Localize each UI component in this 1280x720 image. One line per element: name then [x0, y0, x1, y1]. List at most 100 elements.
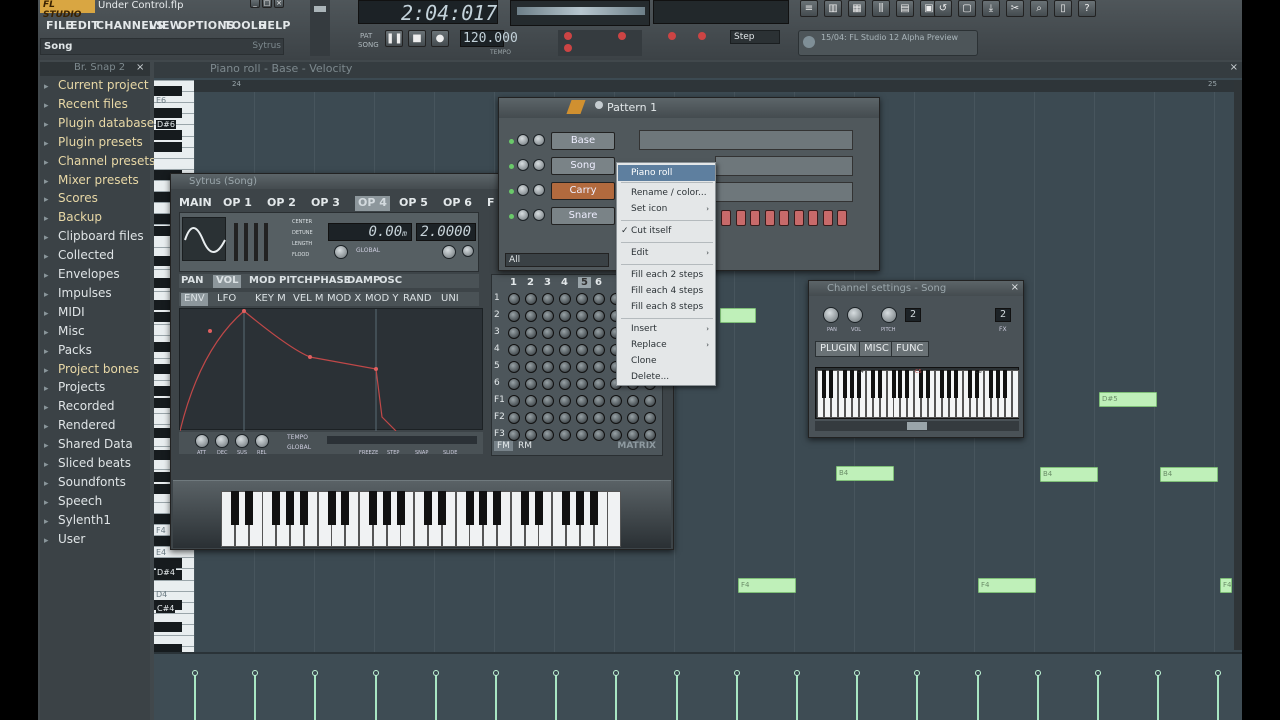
browser-item[interactable]: ▸ MIDI: [44, 305, 150, 323]
mixer-icon[interactable]: ⫼: [872, 0, 890, 17]
black-key[interactable]: [244, 491, 253, 525]
envelope-tab[interactable]: ENV: [181, 293, 208, 306]
context-menu-item[interactable]: Rename / color...: [631, 185, 713, 201]
matrix-knob[interactable]: [593, 412, 605, 424]
velocity-handle[interactable]: [673, 670, 680, 676]
velocity-bar[interactable]: [615, 672, 618, 720]
menu-help[interactable]: HELP: [258, 19, 291, 32]
context-menu-item[interactable]: Set icon ›: [631, 201, 713, 217]
pencil-icon[interactable]: [566, 100, 586, 114]
matrix-knob[interactable]: [542, 429, 554, 441]
matrix-knob[interactable]: [610, 412, 622, 424]
matrix-knob[interactable]: [542, 344, 554, 356]
browser-item[interactable]: ▸ Clipboard files: [44, 229, 150, 247]
channel-keyboard[interactable]: C4 C5 C6: [817, 369, 1019, 418]
browser-item[interactable]: ▸ Plugin database: [44, 116, 154, 134]
channel-settings-titlebar[interactable]: Channel settings - Song: [809, 281, 1023, 296]
step-button[interactable]: [808, 210, 818, 226]
news-panel[interactable]: 15/04: FL Studio 12 Alpha Preview: [798, 30, 978, 56]
song-piano-roll-preview[interactable]: [715, 156, 853, 176]
matrix-knob[interactable]: [525, 293, 537, 305]
velocity-bar[interactable]: [555, 672, 558, 720]
browser-item[interactable]: ▸ Projects: [44, 380, 150, 398]
matrix-knob[interactable]: [644, 395, 656, 407]
velocity-bar[interactable]: [1157, 672, 1160, 720]
black-key[interactable]: [465, 491, 474, 525]
export-icon[interactable]: ⤓: [982, 0, 1000, 17]
velocity-handle[interactable]: [192, 670, 198, 676]
black-key[interactable]: [154, 142, 182, 152]
black-key[interactable]: [154, 108, 182, 118]
velocity-handle[interactable]: [1155, 670, 1162, 676]
channel-volume-knob[interactable]: [847, 307, 863, 323]
channel-pitch-knob[interactable]: [881, 307, 897, 323]
matrix-knob[interactable]: [508, 395, 520, 407]
context-menu-item[interactable]: Replace ›: [631, 337, 713, 353]
channel-pan-knob[interactable]: [517, 159, 529, 171]
channel-led[interactable]: [509, 164, 514, 169]
black-key[interactable]: [534, 491, 543, 525]
matrix-knob[interactable]: [508, 361, 520, 373]
envelope-tab[interactable]: MOD Y: [365, 293, 399, 306]
snap-selector[interactable]: Step: [728, 30, 784, 56]
black-key[interactable]: [905, 370, 910, 398]
modulation-tab[interactable]: VOL: [213, 275, 242, 288]
channel-led[interactable]: [509, 139, 514, 144]
envelope-tab[interactable]: LFO: [217, 293, 236, 306]
white-key[interactable]: [607, 491, 622, 547]
black-key[interactable]: [828, 370, 833, 398]
black-key[interactable]: [870, 370, 875, 398]
envelope-tab[interactable]: MOD X: [327, 293, 361, 306]
context-menu-item[interactable]: Cut itself ✓: [621, 223, 713, 239]
matrix-knob[interactable]: [593, 429, 605, 441]
browser-item[interactable]: ▸ Collected: [44, 248, 150, 266]
tempo-check-label[interactable]: TEMPO: [287, 434, 308, 441]
channel-button[interactable]: Carry: [551, 182, 615, 200]
matrix-knob[interactable]: [627, 395, 639, 407]
black-key[interactable]: [300, 491, 308, 525]
step-button[interactable]: [764, 210, 775, 226]
matrix-knob[interactable]: [576, 429, 588, 441]
step-button[interactable]: [750, 210, 760, 226]
velocity-bar[interactable]: [856, 672, 859, 720]
sytrus-tab[interactable]: OP 3: [311, 196, 340, 211]
browser-item[interactable]: ▸ Backup: [44, 210, 150, 228]
channel-vol-knob[interactable]: [533, 159, 545, 171]
keyboard-scrollbar[interactable]: [815, 421, 1019, 431]
matrix-knob[interactable]: [610, 429, 622, 441]
velocity-handle[interactable]: [553, 670, 560, 676]
browser-item[interactable]: ▸ Envelopes: [44, 267, 150, 285]
browser-item[interactable]: ▸ Soundfonts: [44, 475, 150, 493]
browser-item[interactable]: ▸ Impulses: [44, 286, 150, 304]
matrix-knob[interactable]: [525, 361, 537, 373]
velocity-handle[interactable]: [1034, 670, 1041, 676]
channel-led[interactable]: [509, 214, 514, 219]
black-key[interactable]: [988, 370, 993, 398]
sytrus-tab[interactable]: OP 1: [223, 196, 252, 211]
matrix-knob[interactable]: [593, 310, 605, 322]
velocity-handle[interactable]: [493, 670, 499, 676]
velocity-bar[interactable]: [1097, 672, 1099, 720]
undo-icon[interactable]: ↺: [934, 0, 952, 17]
matrix-knob[interactable]: [576, 412, 588, 424]
sytrus-tab[interactable]: OP 5: [399, 196, 428, 211]
browser-item[interactable]: ▸ Shared Data: [44, 437, 150, 455]
matrix-knob[interactable]: [576, 327, 588, 339]
matrix-knob[interactable]: [576, 361, 588, 373]
pitch-range-display[interactable]: 2: [905, 308, 921, 322]
matrix-knob[interactable]: [559, 310, 571, 322]
browser-item[interactable]: ▸ Sylenth1: [44, 513, 150, 531]
browser-item[interactable]: ▸ Packs: [44, 343, 150, 361]
context-menu-item[interactable]: Fill each 8 steps: [631, 299, 713, 315]
matrix-knob[interactable]: [593, 327, 605, 339]
black-key[interactable]: [154, 558, 182, 568]
velocity-bar[interactable]: [434, 672, 437, 720]
velocity-handle[interactable]: [432, 670, 439, 676]
volume-knob[interactable]: [442, 245, 456, 259]
velocity-bar[interactable]: [254, 672, 257, 720]
matrix-knob[interactable]: [610, 395, 622, 407]
envelope-tab[interactable]: VEL M: [293, 293, 324, 306]
envelope-option[interactable]: SLIDE: [443, 450, 457, 456]
base-piano-roll-preview[interactable]: [639, 130, 853, 150]
matrix-knob[interactable]: [559, 293, 571, 305]
